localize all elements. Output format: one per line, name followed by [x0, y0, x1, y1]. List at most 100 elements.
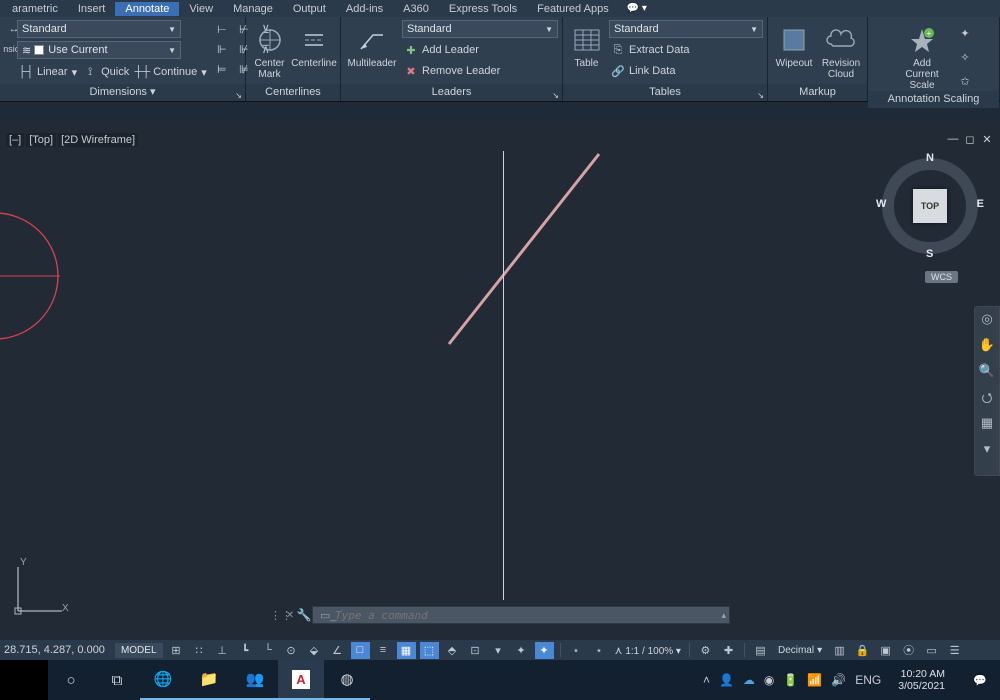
- taskbar-clock[interactable]: 10:20 AM 3/05/2021: [890, 668, 953, 692]
- extract-data-button[interactable]: ⎘Extract Data: [609, 41, 763, 59]
- snap-toggle[interactable]: ∷: [190, 642, 209, 659]
- anno-scale-tool-3[interactable]: ✩: [955, 72, 975, 90]
- viewcube-west[interactable]: W: [876, 198, 886, 210]
- otrack-toggle[interactable]: ∠: [328, 642, 347, 659]
- anno-scale-icon[interactable]: ⋆: [590, 642, 609, 659]
- vp-view[interactable]: [Top]: [26, 133, 56, 147]
- anno-scale-tool-1[interactable]: ✦: [955, 24, 975, 42]
- add-current-scale-button[interactable]: + Add Current Scale: [892, 20, 952, 91]
- anno-autoscale-toggle[interactable]: ⋆: [567, 642, 586, 659]
- panel-title-dimensions[interactable]: Dimensions ▾↘: [0, 84, 245, 101]
- dialog-launcher-icon[interactable]: ↘: [235, 87, 242, 104]
- anno-scale-tool-2[interactable]: ✧: [955, 48, 975, 66]
- anno-scale-value[interactable]: ⋏ 1:1 / 100% ▾: [613, 644, 683, 657]
- viewcube-south[interactable]: S: [926, 248, 933, 260]
- menu-parametric[interactable]: arametric: [2, 2, 68, 16]
- wipeout-button[interactable]: Wipeout: [772, 20, 816, 69]
- customize-status-icon[interactable]: ☰: [945, 642, 964, 659]
- hardware-accel-icon[interactable]: ⦿: [899, 642, 918, 659]
- viewcube-east[interactable]: E: [977, 198, 984, 210]
- centerline-button[interactable]: Centerline: [292, 20, 336, 69]
- gizmo-toggle[interactable]: ✦: [512, 642, 531, 659]
- viewcube-north[interactable]: N: [926, 152, 934, 164]
- coordinates-readout[interactable]: 28.715, 4.287, 0.000: [4, 644, 111, 656]
- dialog-launcher-icon[interactable]: ↘: [552, 87, 559, 104]
- menu-a360[interactable]: A360: [393, 2, 439, 16]
- quick-dim-button[interactable]: ⟟Quick: [81, 63, 131, 81]
- continue-dim-button[interactable]: ┼┼Continue ▾: [133, 63, 209, 81]
- center-mark-button[interactable]: Center Mark: [250, 20, 289, 80]
- window-maximize-icon[interactable]: ◻: [963, 133, 977, 145]
- menu-express-tools[interactable]: Express Tools: [439, 2, 527, 16]
- tray-wifi-icon[interactable]: 📶: [807, 673, 822, 687]
- menu-output[interactable]: Output: [283, 2, 336, 16]
- cmd-grip-icon[interactable]: ⋮⋮: [270, 609, 284, 622]
- lock-ui-icon[interactable]: 🔒: [853, 642, 872, 659]
- taskbar-search-icon[interactable]: ○: [48, 660, 94, 700]
- polar-toggle[interactable]: ⊙: [282, 642, 301, 659]
- menu-manage[interactable]: Manage: [223, 2, 283, 16]
- dim-style-combo[interactable]: Standard▼: [17, 20, 181, 38]
- nav-orbit-icon[interactable]: ⭯: [978, 389, 996, 407]
- nav-zoom-icon[interactable]: 🔍: [978, 363, 996, 381]
- isodraft-toggle[interactable]: ⬙: [305, 642, 324, 659]
- menu-search-icon[interactable]: 💬 ▾: [627, 3, 647, 14]
- 3dosnap-toggle[interactable]: ⬘: [443, 642, 462, 659]
- taskbar-autocad-icon[interactable]: A: [278, 660, 324, 700]
- window-minimize-icon[interactable]: —: [946, 133, 960, 145]
- window-close-icon[interactable]: ✕: [980, 133, 994, 145]
- grid-toggle[interactable]: ⊞: [167, 642, 186, 659]
- quick-properties-icon[interactable]: ▥: [830, 642, 849, 659]
- dynamic-input-toggle[interactable]: ┗: [236, 642, 255, 659]
- table-style-combo[interactable]: Standard▼: [609, 20, 763, 38]
- units-combo[interactable]: Decimal ▾: [774, 644, 826, 657]
- taskbar-taskview-icon[interactable]: ⧉: [94, 660, 140, 700]
- dim-tool-4[interactable]: ⊩: [212, 40, 232, 58]
- tray-location-icon[interactable]: ◉: [764, 673, 774, 687]
- cmd-recent-icon[interactable]: ▴: [721, 610, 726, 621]
- osnap-toggle[interactable]: □: [351, 642, 370, 659]
- taskbar-obs-icon[interactable]: ◍: [324, 660, 370, 700]
- tray-language[interactable]: ENG: [855, 673, 881, 687]
- nav-showmotion-icon[interactable]: ▦: [978, 415, 996, 433]
- linear-dim-button[interactable]: ├┤Linear ▾: [17, 63, 79, 81]
- leader-style-combo[interactable]: Standard▼: [402, 20, 558, 38]
- nav-wheel-icon[interactable]: ◎: [978, 311, 996, 329]
- vp-visualstyle[interactable]: [2D Wireframe]: [58, 133, 138, 147]
- tray-battery-icon[interactable]: 🔋: [783, 673, 798, 687]
- infer-constraint-toggle[interactable]: ⊥: [213, 642, 232, 659]
- tray-people-icon[interactable]: 👤: [719, 673, 734, 687]
- taskbar-edge-icon[interactable]: 🌐: [140, 660, 186, 700]
- clean-screen-icon[interactable]: ▭: [922, 642, 941, 659]
- dim-tool-1[interactable]: ⊢: [212, 20, 232, 38]
- menu-view[interactable]: View: [179, 2, 223, 16]
- selection-cycling-toggle[interactable]: ⬚: [420, 642, 439, 659]
- command-input[interactable]: [312, 606, 730, 624]
- cmd-close-icon[interactable]: ✕: [284, 610, 296, 621]
- menu-addins[interactable]: Add-ins: [336, 2, 393, 16]
- dialog-launcher-icon[interactable]: ↘: [757, 87, 764, 104]
- vp-minimize[interactable]: [–]: [6, 133, 24, 147]
- viewcube-top-face[interactable]: TOP: [913, 189, 947, 223]
- tray-onedrive-icon[interactable]: ☁: [743, 673, 755, 687]
- workspace-switch-icon[interactable]: ⚙: [696, 642, 715, 659]
- drawing-viewport[interactable]: [–] [Top] [2D Wireframe] — ◻ ✕ TOP N S E…: [0, 121, 1000, 640]
- action-center-icon[interactable]: 💬: [962, 660, 998, 700]
- menu-featured-apps[interactable]: Featured Apps: [527, 2, 619, 16]
- menu-annotate[interactable]: Annotate: [115, 2, 179, 16]
- taskbar-explorer-icon[interactable]: 📁: [186, 660, 232, 700]
- selection-filter-toggle[interactable]: ▾: [489, 642, 508, 659]
- table-button[interactable]: Table: [567, 20, 606, 69]
- menu-insert[interactable]: Insert: [68, 2, 116, 16]
- dyn-ucs-toggle[interactable]: ⊡: [466, 642, 485, 659]
- taskbar-start-area[interactable]: [0, 660, 48, 700]
- remove-leader-button[interactable]: ✖Remove Leader: [402, 62, 558, 80]
- revision-cloud-button[interactable]: Revision Cloud: [819, 20, 863, 80]
- dim-tool-7[interactable]: ⊨: [212, 60, 232, 78]
- ortho-toggle[interactable]: └: [259, 642, 278, 659]
- tray-volume-icon[interactable]: 🔊: [831, 673, 846, 687]
- anno-visibility-toggle[interactable]: ✦: [535, 642, 554, 659]
- cmd-customize-icon[interactable]: 🔧: [296, 608, 312, 622]
- lineweight-toggle[interactable]: ≡: [374, 642, 393, 659]
- multileader-button[interactable]: Multileader: [345, 20, 399, 69]
